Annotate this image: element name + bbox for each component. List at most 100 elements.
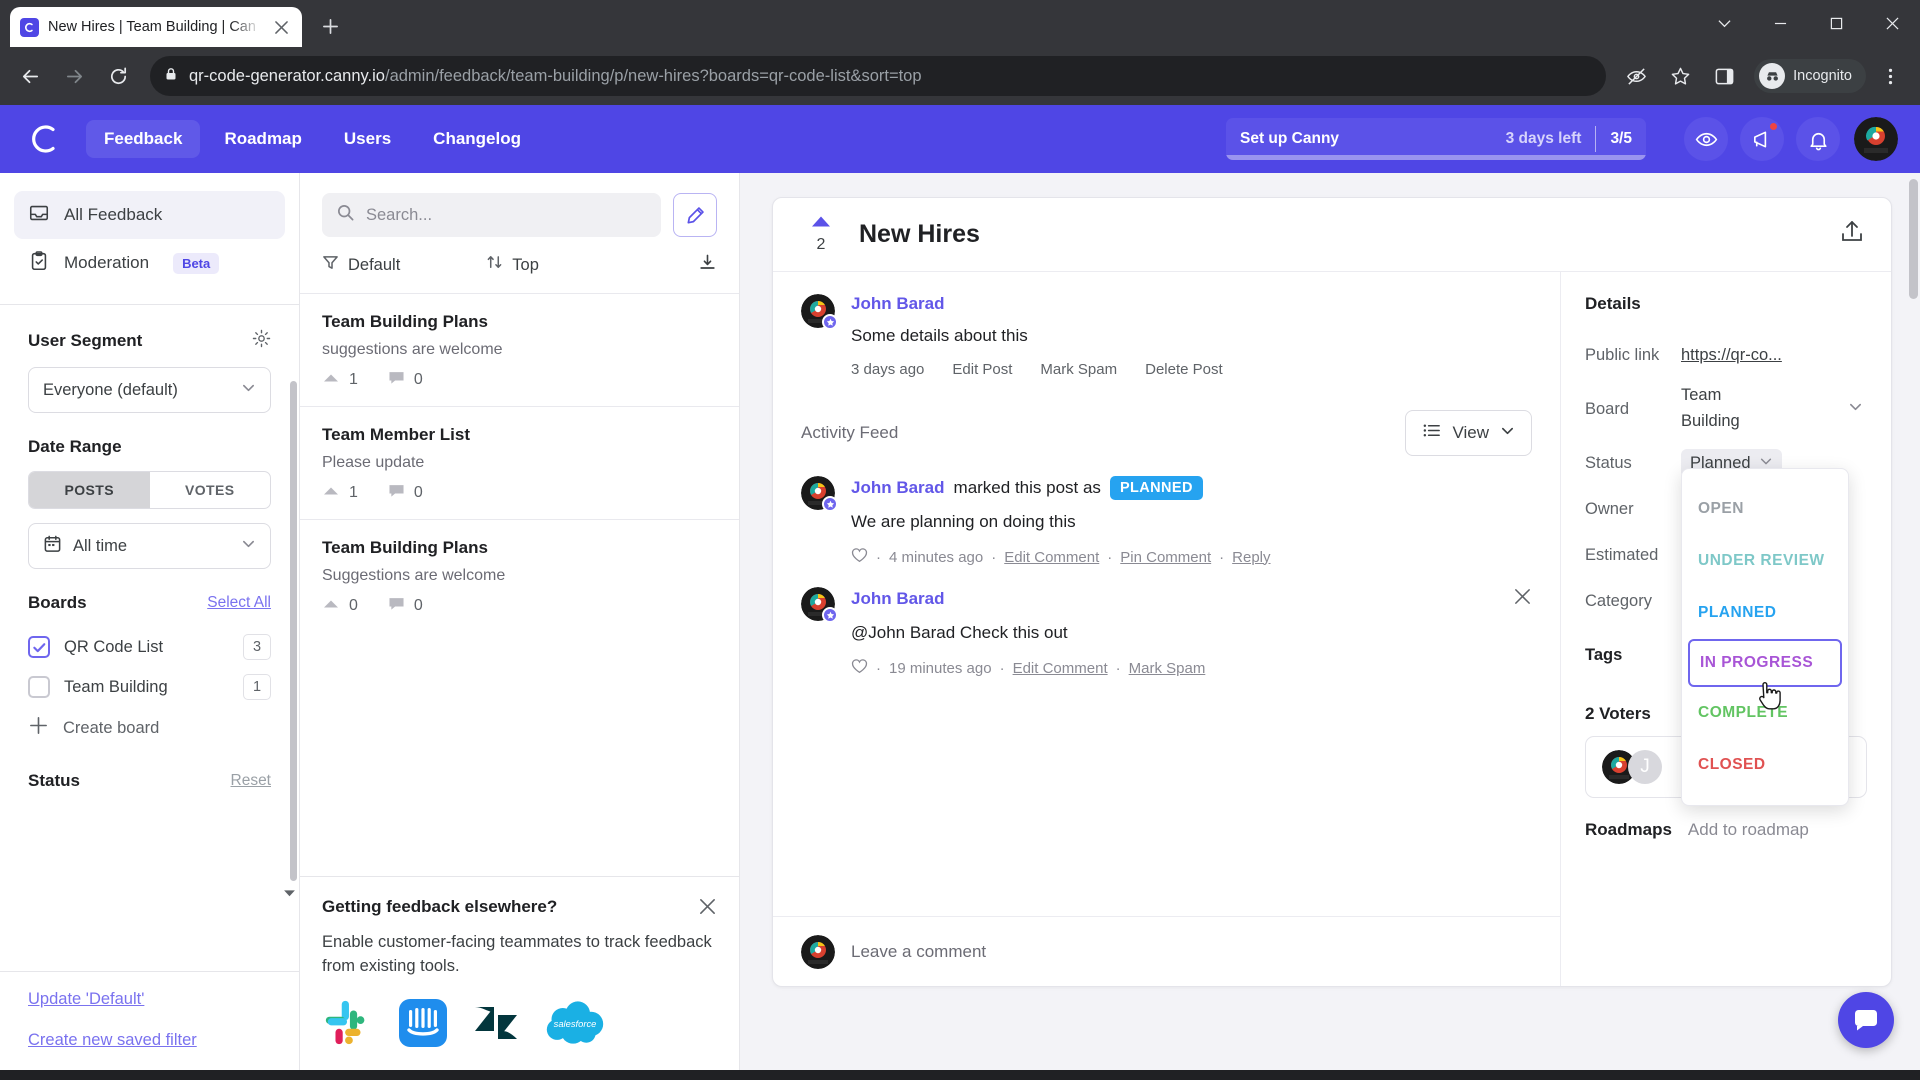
chrome-menu-icon[interactable]	[1870, 56, 1910, 96]
list-item[interactable]: Team Member List Please update 1 0	[300, 406, 739, 519]
board-select[interactable]: Team Building	[1681, 383, 1867, 434]
reload-icon[interactable]	[98, 56, 138, 96]
comment-author-name[interactable]: John Barad	[851, 478, 945, 498]
tab-posts[interactable]: POSTS	[29, 472, 150, 508]
page-scrollbar[interactable]	[1909, 179, 1918, 299]
close-icon[interactable]	[1503, 587, 1532, 611]
status-reset-link[interactable]: Reset	[231, 772, 272, 790]
heart-icon[interactable]	[851, 547, 868, 567]
update-default-link[interactable]: Update 'Default'	[28, 990, 271, 1009]
add-to-roadmap-button[interactable]: Add to roadmap	[1688, 820, 1809, 840]
nav-links: Feedback Roadmap Users Changelog	[86, 120, 539, 158]
chat-bubble-icon[interactable]	[1838, 992, 1894, 1048]
new-tab-button[interactable]	[312, 8, 348, 44]
comment-author-name[interactable]: John Barad	[851, 589, 945, 609]
tab-votes[interactable]: VOTES	[150, 472, 271, 508]
view-selector-button[interactable]: View	[1405, 410, 1532, 456]
edit-post-button[interactable]: Edit Post	[952, 361, 1012, 378]
post-subtitle: suggestions are welcome	[322, 341, 503, 358]
edit-comment-button[interactable]: Edit Comment	[1013, 660, 1108, 677]
export-button[interactable]	[698, 253, 717, 277]
chevron-down-icon[interactable]	[1696, 0, 1752, 47]
gear-icon[interactable]	[252, 329, 271, 353]
tracking-protection-icon[interactable]	[1616, 56, 1656, 96]
status-option-complete[interactable]: COMPLETE	[1682, 687, 1848, 739]
zendesk-logo	[472, 999, 520, 1052]
share-icon[interactable]	[1839, 219, 1865, 250]
comment-action-text: marked this post as	[953, 478, 1101, 497]
voter-avatar-initial[interactable]: J	[1628, 750, 1662, 784]
status-dropdown-menu: OPEN UNDER REVIEW PLANNED IN PROGRESS CO…	[1681, 468, 1849, 806]
close-window-button[interactable]	[1864, 0, 1920, 47]
status-option-open[interactable]: OPEN	[1682, 483, 1848, 535]
incognito-indicator[interactable]: Incognito	[1754, 59, 1866, 93]
upvote-caret-icon	[810, 215, 832, 233]
megaphone-icon[interactable]	[1740, 117, 1784, 161]
filter-default-button[interactable]: Default	[322, 254, 400, 276]
list-item[interactable]: Team Building Plans Suggestions are welc…	[300, 519, 739, 632]
minimize-button[interactable]	[1752, 0, 1808, 47]
section-title: Boards	[28, 593, 87, 612]
select-all-link[interactable]: Select All	[207, 594, 271, 612]
address-bar[interactable]: qr-code-generator.canny.io/admin/feedbac…	[150, 56, 1607, 96]
list-item[interactable]: Team Building Plans suggestions are welc…	[300, 293, 739, 406]
forward-arrow-icon[interactable]	[54, 56, 94, 96]
chevron-down-icon[interactable]	[283, 889, 296, 901]
status-badge: PLANNED	[1109, 476, 1203, 500]
status-option-in-progress[interactable]: IN PROGRESS	[1688, 639, 1842, 687]
create-saved-filter-link[interactable]: Create new saved filter	[28, 1031, 271, 1050]
nav-link-roadmap[interactable]: Roadmap	[206, 120, 319, 158]
sidebar-scrollbar[interactable]	[290, 381, 297, 881]
upvote-caret-icon	[322, 484, 340, 502]
close-icon[interactable]	[698, 897, 717, 921]
sidebar-item-moderation[interactable]: Moderation Beta	[14, 239, 285, 287]
bookmark-star-icon[interactable]	[1660, 56, 1700, 96]
sidebar-item-all-feedback[interactable]: All Feedback	[14, 191, 285, 239]
nav-link-feedback[interactable]: Feedback	[86, 120, 201, 158]
vote-button[interactable]: 2	[799, 215, 843, 254]
checkbox-checked-icon[interactable]	[28, 636, 50, 658]
comment-icon	[388, 596, 405, 616]
checkbox-unchecked-icon[interactable]	[28, 676, 50, 698]
post-meta: 1 0	[322, 483, 717, 503]
status-option-planned[interactable]: PLANNED	[1682, 587, 1848, 639]
side-panel-icon[interactable]	[1704, 56, 1744, 96]
status-option-under-review[interactable]: UNDER REVIEW	[1682, 535, 1848, 587]
compose-post-button[interactable]	[673, 193, 717, 237]
status-option-closed[interactable]: CLOSED	[1682, 739, 1848, 791]
comment-count: 0	[413, 484, 423, 501]
maximize-button[interactable]	[1808, 0, 1864, 47]
leave-comment-bar[interactable]: Leave a comment	[773, 916, 1560, 986]
board-row-team-building[interactable]: Team Building 1	[28, 667, 271, 707]
comment-input-placeholder[interactable]: Leave a comment	[851, 942, 986, 962]
date-range-select[interactable]: All time	[28, 523, 271, 569]
bell-icon[interactable]	[1796, 117, 1840, 161]
user-avatar[interactable]	[1854, 117, 1898, 161]
user-segment-select[interactable]: Everyone (default)	[28, 367, 271, 413]
avatar	[801, 476, 838, 512]
eye-icon[interactable]	[1684, 117, 1728, 161]
setup-canny-progress[interactable]: Set up Canny 3 days left 3/5	[1226, 118, 1646, 160]
browser-tab[interactable]: New Hires | Team Building | Can	[10, 7, 302, 47]
create-board-button[interactable]: Create board	[28, 707, 271, 749]
board-row-qr-code-list[interactable]: QR Code List 3	[28, 627, 271, 667]
nav-link-changelog[interactable]: Changelog	[415, 120, 539, 158]
nav-link-users[interactable]: Users	[326, 120, 409, 158]
post-author-name[interactable]: John Barad	[851, 294, 1532, 314]
heart-icon[interactable]	[851, 658, 868, 678]
roadmaps-row: Roadmaps Add to roadmap	[1585, 820, 1867, 840]
public-link[interactable]: https://qr-co...	[1681, 346, 1782, 364]
back-arrow-icon[interactable]	[10, 56, 50, 96]
mark-spam-button[interactable]: Mark Spam	[1129, 660, 1206, 677]
search-box[interactable]	[322, 193, 661, 237]
tab-close-icon[interactable]	[270, 16, 292, 38]
canny-logo-icon[interactable]	[22, 116, 68, 162]
pin-comment-button[interactable]: Pin Comment	[1120, 549, 1211, 566]
mark-spam-button[interactable]: Mark Spam	[1040, 361, 1117, 378]
delete-post-button[interactable]: Delete Post	[1145, 361, 1223, 378]
search-input[interactable]	[366, 205, 647, 225]
reply-button[interactable]: Reply	[1232, 549, 1270, 566]
sort-top-button[interactable]: Top	[486, 254, 539, 276]
edit-comment-button[interactable]: Edit Comment	[1004, 549, 1099, 566]
post-subtitle: Please update	[322, 454, 425, 471]
